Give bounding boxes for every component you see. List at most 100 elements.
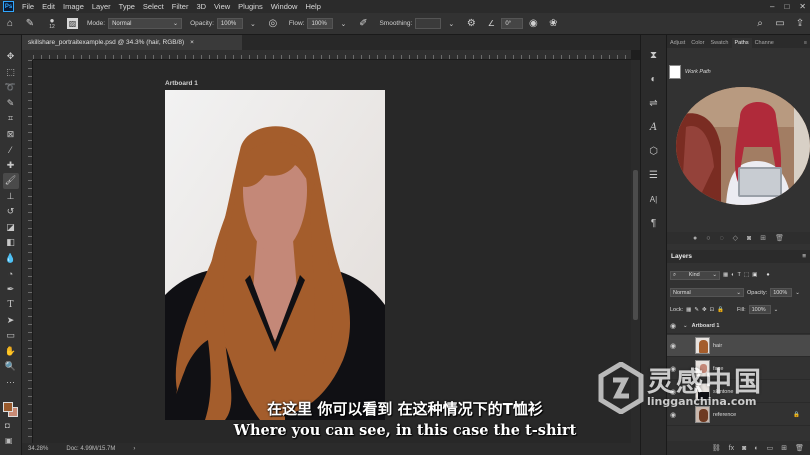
symmetry-icon[interactable]: ❀	[546, 17, 560, 31]
search-icon[interactable]: ⌕	[753, 17, 767, 31]
mode-select[interactable]: Normal ⌄	[108, 18, 183, 29]
opacity-input[interactable]: 100%	[216, 18, 243, 29]
delete-path-icon[interactable]: 🗑	[775, 234, 784, 242]
make-path-icon[interactable]: ◇	[733, 234, 738, 242]
fill-input[interactable]: 100%	[748, 305, 771, 314]
fill-path-icon[interactable]: ●	[693, 235, 697, 242]
chevron-down-icon[interactable]: ⌄	[683, 323, 688, 329]
tab-channels[interactable]: Channe	[752, 38, 777, 48]
marquee-tool-icon[interactable]: ⬚	[3, 65, 19, 81]
adjustments-icon[interactable]: ⇌	[646, 95, 662, 111]
ruler-horizontal[interactable]	[33, 50, 631, 60]
status-arrow-icon[interactable]: ›	[133, 446, 135, 452]
ruler-vertical[interactable]	[22, 60, 33, 443]
menu-help[interactable]: Help	[301, 2, 324, 11]
gradient-tool-icon[interactable]: ◧	[3, 235, 19, 251]
path-select-tool-icon[interactable]: ➤	[3, 313, 19, 329]
lasso-tool-icon[interactable]: ➰	[3, 80, 19, 96]
rectangle-tool-icon[interactable]: ▭	[3, 328, 19, 344]
paragraph-icon[interactable]: ¶	[646, 215, 662, 231]
angle-input[interactable]: 0°	[501, 18, 524, 29]
layer-kind-filter[interactable]: ⌕ Kind ⌄	[670, 270, 720, 280]
fx-icon[interactable]: fx	[729, 445, 734, 452]
home-icon[interactable]: ⌂	[3, 17, 17, 31]
zoom-level[interactable]: 34.28%	[28, 446, 48, 452]
character-icon[interactable]: A	[646, 119, 662, 135]
menu-3d[interactable]: 3D	[192, 2, 210, 11]
layer-opacity-input[interactable]: 100%	[770, 288, 793, 297]
new-layer-icon[interactable]: ⊞	[781, 444, 787, 452]
lock-all-icon[interactable]: 🔒	[717, 307, 724, 313]
load-selection-icon[interactable]: ◌	[719, 235, 723, 242]
hand-tool-icon[interactable]: ✋	[3, 344, 19, 360]
menu-type[interactable]: Type	[115, 2, 139, 11]
quick-select-tool-icon[interactable]: ✎	[3, 96, 19, 112]
pressure-size-icon[interactable]: ◉	[526, 17, 540, 31]
path-row-work-path[interactable]: Work Path	[669, 63, 808, 81]
brush-settings-icon[interactable]: ▨	[67, 18, 78, 29]
zoom-tool-icon[interactable]: 🔍	[3, 359, 19, 375]
menu-select[interactable]: Select	[139, 2, 168, 11]
filter-type-icon[interactable]: T	[738, 272, 741, 278]
color-panel-icon[interactable]: ◐	[646, 71, 662, 87]
scrollbar-thumb[interactable]	[633, 170, 638, 320]
artboard-label[interactable]: Artboard 1	[165, 80, 198, 87]
lock-position-icon[interactable]: ✥	[702, 307, 707, 313]
crop-tool-icon[interactable]: ⌗	[3, 111, 19, 127]
minimize-icon[interactable]: –	[770, 2, 774, 11]
airbrush-icon[interactable]: ✐	[356, 17, 370, 31]
chevron-down-icon[interactable]: ⌄	[444, 17, 458, 31]
trash-icon[interactable]: 🗑	[795, 444, 804, 452]
tab-paths[interactable]: Paths	[731, 38, 752, 48]
panel-menu-icon[interactable]: ≡	[802, 253, 806, 260]
flow-input[interactable]: 100%	[307, 18, 334, 29]
eyedropper-tool-icon[interactable]: ⁄	[3, 142, 19, 158]
close-window-icon[interactable]: ✕	[799, 2, 806, 11]
menu-layer[interactable]: Layer	[88, 2, 115, 11]
chevron-down-icon[interactable]: ⌄	[336, 17, 350, 31]
pen-tool-icon[interactable]: ✒	[3, 282, 19, 298]
new-path-icon[interactable]: ⊞	[760, 234, 766, 242]
document-size[interactable]: Doc: 4.99M/15.7M	[66, 446, 115, 452]
menu-image[interactable]: Image	[59, 2, 88, 11]
folder-icon[interactable]: ▭	[767, 444, 774, 452]
lock-image-icon[interactable]: ✎	[694, 307, 699, 313]
maximize-icon[interactable]: □	[784, 2, 789, 11]
healing-tool-icon[interactable]: ✚	[3, 158, 19, 174]
brush-preset-icon[interactable]: ✎	[23, 17, 37, 31]
dodge-tool-icon[interactable]: ◔	[3, 266, 19, 282]
brush-tool-icon[interactable]: 🖌	[2, 173, 19, 189]
foreground-color-swatch[interactable]	[3, 402, 13, 412]
history-brush-icon[interactable]: ↺	[3, 204, 19, 220]
lock-artboard-icon[interactable]: ⊡	[710, 307, 715, 313]
menu-plugins[interactable]: Plugins	[234, 2, 267, 11]
close-tab-icon[interactable]: ×	[190, 39, 194, 46]
brush-size-picker[interactable]: ● 12	[43, 17, 61, 31]
chevron-down-icon[interactable]: ⌄	[795, 290, 800, 296]
mask-icon[interactable]: ◙	[742, 445, 746, 452]
panel-menu-icon[interactable]: ≡	[801, 38, 810, 48]
workspace-icon[interactable]: ▭	[773, 17, 787, 31]
chevron-down-icon[interactable]: ⌄	[774, 307, 779, 313]
menu-view[interactable]: View	[210, 2, 234, 11]
adjustment-layer-icon[interactable]: ◐	[754, 445, 758, 452]
add-mask-icon[interactable]: ◙	[747, 235, 751, 242]
screen-mode-icon[interactable]: ▣	[5, 436, 13, 445]
move-tool-icon[interactable]: ✥	[3, 49, 19, 65]
filter-toggle-icon[interactable]: ●	[766, 272, 769, 278]
tab-color[interactable]: Color	[688, 38, 707, 48]
document-tab[interactable]: skillshare_portraitexample.psd @ 34.3% (…	[22, 35, 242, 50]
filter-smart-icon[interactable]: ▣	[752, 272, 757, 278]
quick-mask-icon[interactable]: ◘	[5, 421, 10, 430]
filter-shape-icon[interactable]: ⬚	[744, 272, 749, 278]
chevron-down-icon[interactable]: ⌄	[246, 17, 260, 31]
blend-mode-select[interactable]: Normal ⌄	[670, 288, 744, 297]
filter-adjust-icon[interactable]: ◐	[731, 272, 734, 278]
stroke-path-icon[interactable]: ○	[706, 235, 710, 242]
pressure-opacity-icon[interactable]: ◎	[266, 17, 280, 31]
layer-row-hair[interactable]: ◉ hair	[667, 335, 810, 357]
layers-title[interactable]: Layers	[671, 253, 692, 260]
stamp-tool-icon[interactable]: ⊥	[3, 189, 19, 205]
tab-adjust[interactable]: Adjust	[667, 38, 688, 48]
smoothing-input[interactable]	[415, 18, 442, 29]
